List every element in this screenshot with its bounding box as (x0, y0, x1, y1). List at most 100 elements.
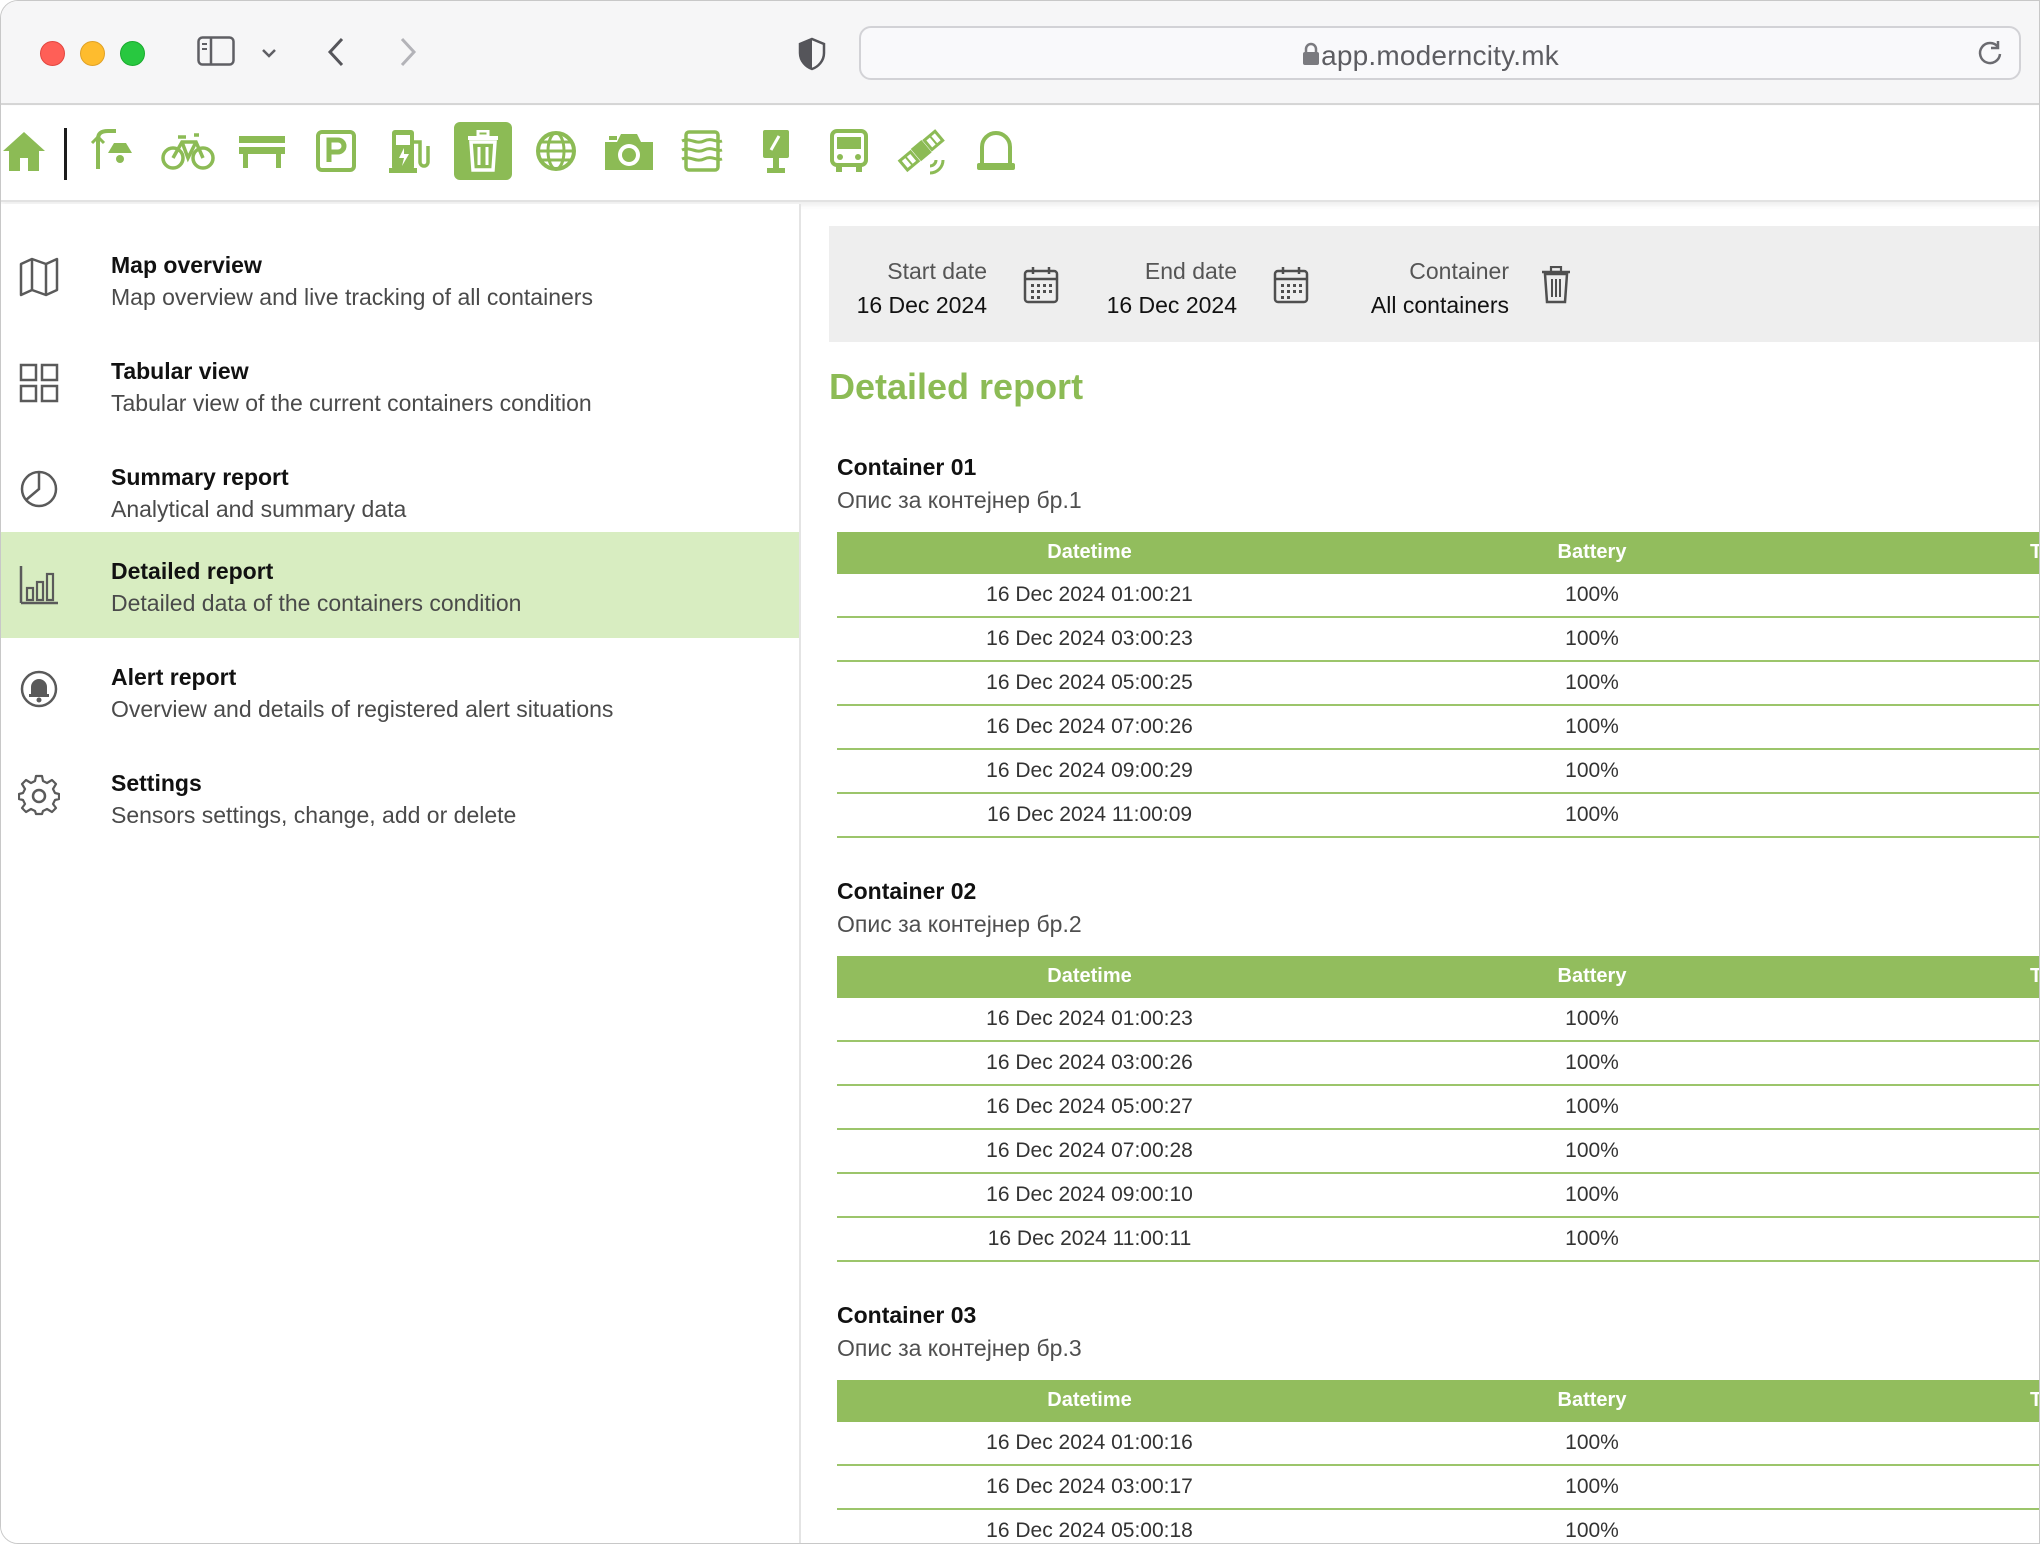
end-date-label: End date (1144, 258, 1237, 284)
zoom-window-button[interactable] (120, 41, 145, 66)
calendar-icon[interactable] (1023, 266, 1059, 309)
sidebar-item-title: Alert report (111, 664, 237, 690)
gear-icon (18, 774, 60, 816)
lock-icon (1301, 41, 1321, 67)
table-row: 16 Dec 2024 01:00:23 100% (837, 998, 2039, 1042)
table-row: 16 Dec 2024 05:00:18 100% (837, 1510, 2039, 1543)
home-icon[interactable] (1, 122, 53, 180)
reload-icon[interactable] (1975, 38, 2005, 68)
table-row: 16 Dec 2024 09:00:29 100% (837, 750, 2039, 794)
sidebar-item-desc: Overview and details of registered alert… (111, 696, 614, 722)
sidebar-item-alert-report[interactable]: Alert report Overview and details of reg… (1, 638, 799, 744)
address-bar[interactable]: app.moderncity.mk (859, 26, 2021, 80)
forward-icon[interactable] (395, 35, 421, 69)
cell-datetime: 16 Dec 2024 03:00:26 (986, 1051, 1193, 1074)
container-value[interactable]: All containers (1371, 292, 1509, 319)
table-row: 16 Dec 2024 07:00:26 100% (837, 706, 2039, 750)
cell-datetime: 16 Dec 2024 03:00:17 (986, 1475, 1193, 1498)
sidebar-item-desc: Tabular view of the current containers c… (111, 390, 592, 416)
alarm-icon[interactable] (967, 122, 1025, 180)
bench-icon[interactable] (233, 122, 291, 180)
sidebar-item-title: Settings (111, 770, 202, 796)
sidebar-toggle-icon[interactable] (197, 35, 235, 67)
cell-battery: 100% (1565, 1139, 1619, 1162)
page-title: Detailed report (829, 366, 1084, 407)
column-header-truncated[interactable]: T (2030, 965, 2039, 988)
column-header-datetime[interactable]: Datetime (837, 1389, 1342, 1412)
bus-icon[interactable] (820, 122, 878, 180)
sidebar-item-tabular-view[interactable]: Tabular view Tabular view of the current… (1, 332, 799, 438)
sidebar: Map overview Map overview and live track… (1, 204, 801, 1543)
sidebar-item-desc: Detailed data of the containers conditio… (111, 590, 522, 616)
column-header-truncated[interactable]: T (2030, 541, 2039, 564)
browser-window: app.moderncity.mk Map overview Map overv… (0, 0, 2040, 1544)
column-header-battery[interactable]: Battery (1342, 965, 1842, 988)
cell-datetime: 16 Dec 2024 01:00:21 (986, 583, 1193, 606)
back-icon[interactable] (323, 35, 349, 69)
satellite-icon[interactable] (893, 122, 951, 180)
sidebar-item-summary-report[interactable]: Summary report Analytical and summary da… (1, 438, 799, 544)
table-row: 16 Dec 2024 05:00:25 100% (837, 662, 2039, 706)
start-date-value[interactable]: 16 Dec 2024 (857, 292, 987, 319)
table-row: 16 Dec 2024 11:00:09 100% (837, 794, 2039, 838)
parking-icon[interactable] (307, 122, 365, 180)
cell-datetime: 16 Dec 2024 07:00:26 (986, 715, 1193, 738)
main-content: Start date 16 Dec 2024 End date 16 Dec 2… (803, 204, 2039, 1543)
table-row: 16 Dec 2024 11:00:11 100% (837, 1218, 2039, 1262)
column-header-battery[interactable]: Battery (1342, 541, 1842, 564)
calendar-icon[interactable] (1273, 266, 1309, 309)
app-toolbar (1, 106, 2039, 202)
shield-icon[interactable] (797, 37, 827, 71)
sidebar-item-title: Detailed report (111, 558, 274, 584)
browser-titlebar: app.moderncity.mk (1, 1, 2039, 105)
cell-battery: 100% (1565, 1519, 1619, 1542)
cell-datetime: 16 Dec 2024 11:00:11 (987, 1227, 1192, 1250)
camera-icon[interactable] (600, 122, 658, 180)
trash-container-icon[interactable] (454, 122, 512, 180)
close-window-button[interactable] (40, 41, 65, 66)
cell-battery: 100% (1565, 1475, 1619, 1498)
column-header-truncated[interactable]: T (2030, 1389, 2039, 1412)
url-text[interactable]: app.moderncity.mk (861, 40, 2019, 72)
globe-icon[interactable] (527, 122, 585, 180)
container-title: Container 02 (837, 878, 977, 904)
table-header: Datetime Battery T (837, 1380, 2039, 1422)
cell-datetime: 16 Dec 2024 09:00:29 (986, 759, 1193, 782)
cell-battery: 100% (1565, 583, 1619, 606)
end-date-value[interactable]: 16 Dec 2024 (1107, 292, 1237, 319)
air-quality-icon[interactable] (673, 122, 731, 180)
cell-battery: 100% (1565, 759, 1619, 782)
trash-icon[interactable] (1541, 265, 1571, 309)
street-lamp-icon[interactable] (85, 122, 143, 180)
cell-battery: 100% (1565, 1227, 1619, 1250)
table-row: 16 Dec 2024 01:00:21 100% (837, 574, 2039, 618)
sidebar-item-desc: Sensors settings, change, add or delete (111, 802, 517, 828)
bicycle-icon[interactable] (159, 122, 217, 180)
column-header-battery[interactable]: Battery (1342, 1389, 1842, 1412)
chevron-down-icon[interactable] (259, 43, 279, 63)
table-row: 16 Dec 2024 03:00:23 100% (837, 618, 2039, 662)
column-header-datetime[interactable]: Datetime (837, 541, 1342, 564)
ev-charger-icon[interactable] (381, 122, 439, 180)
table-header: Datetime Battery T (837, 532, 2039, 574)
sidebar-item-title: Tabular view (111, 358, 249, 384)
bell-icon (20, 670, 58, 708)
info-board-icon[interactable] (747, 122, 805, 180)
cell-datetime: 16 Dec 2024 01:00:23 (986, 1007, 1193, 1030)
table-row: 16 Dec 2024 03:00:26 100% (837, 1042, 2039, 1086)
table-header: Datetime Battery T (837, 956, 2039, 998)
sidebar-item-detailed-report[interactable]: Detailed report Detailed data of the con… (1, 532, 799, 638)
cell-datetime: 16 Dec 2024 09:00:10 (986, 1183, 1193, 1206)
cell-battery: 100% (1565, 715, 1619, 738)
sidebar-item-map-overview[interactable]: Map overview Map overview and live track… (1, 226, 799, 332)
cell-battery: 100% (1565, 1095, 1619, 1118)
data-table: Datetime Battery T 16 Dec 2024 01:00:231… (837, 956, 2039, 1262)
cell-battery: 100% (1565, 671, 1619, 694)
sidebar-item-settings[interactable]: Settings Sensors settings, change, add o… (1, 744, 799, 850)
column-header-datetime[interactable]: Datetime (837, 965, 1342, 988)
cell-datetime: 16 Dec 2024 07:00:28 (986, 1139, 1193, 1162)
minimize-window-button[interactable] (80, 41, 105, 66)
bar-chart-icon (19, 566, 58, 605)
cell-datetime: 16 Dec 2024 05:00:18 (986, 1519, 1193, 1542)
cell-datetime: 16 Dec 2024 11:00:09 (986, 803, 1193, 826)
